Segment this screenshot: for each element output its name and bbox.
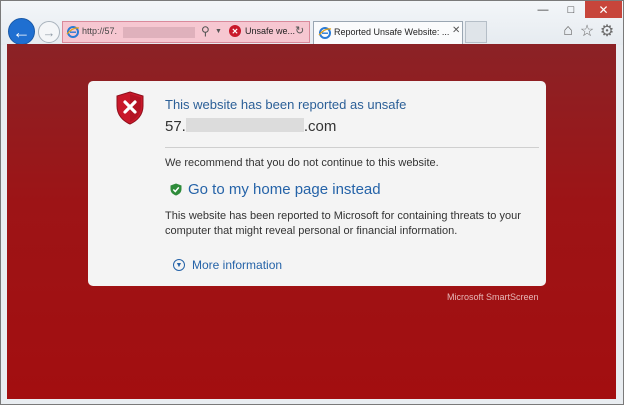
home-icon[interactable]: ⌂ — [559, 22, 577, 40]
ie-logo-icon — [318, 27, 332, 39]
star-icon[interactable]: ☆ — [578, 22, 596, 40]
more-information-label[interactable]: More information — [192, 258, 282, 272]
divider — [165, 147, 539, 148]
gear-icon[interactable]: ⚙ — [598, 22, 616, 40]
back-button[interactable]: ← — [8, 18, 35, 45]
address-url[interactable]: http://57. — [82, 26, 117, 36]
tab-active[interactable]: Reported Unsafe Website: ... ✕ — [313, 21, 463, 44]
address-bar[interactable]: http://57. ⚲ ▼ ✕ Unsafe we... ↻ — [62, 21, 310, 43]
go-home-label[interactable]: Go to my home page instead — [188, 181, 381, 198]
forward-button[interactable]: → — [38, 21, 60, 43]
unsafe-status[interactable]: Unsafe we... — [245, 26, 295, 36]
warning-description: This website has been reported to Micros… — [165, 210, 521, 237]
more-information-toggle[interactable]: ▼ More information — [173, 258, 282, 272]
go-home-link[interactable]: Go to my home page instead — [170, 179, 381, 199]
warning-title: This website has been reported as unsafe — [165, 97, 407, 112]
recommendation-text: We recommend that you do not continue to… — [165, 157, 439, 169]
chevron-down-circle-icon[interactable]: ▼ — [173, 259, 185, 271]
unsafe-x-icon: ✕ — [229, 25, 241, 37]
redacted-domain-segment — [185, 118, 304, 132]
arrow-left-icon: ← — [12, 21, 31, 42]
ie-logo-icon — [66, 26, 80, 38]
reported-domain: 57. .com — [165, 118, 336, 135]
warning-card: This website has been reported as unsafe… — [88, 81, 546, 286]
tab-title: Reported Unsafe Website: ... — [334, 27, 450, 37]
smartscreen-warning-page: This website has been reported as unsafe… — [7, 44, 616, 399]
arrow-right-icon: → — [42, 24, 56, 40]
browser-toolbar: — □ ✕ ← → http://57. ⚲ ▼ ✕ Unsafe we... … — [1, 1, 623, 45]
close-window-button[interactable]: ✕ — [585, 1, 622, 18]
redacted-url-segment — [123, 27, 195, 38]
maximize-button[interactable]: □ — [557, 1, 585, 18]
new-tab-button[interactable] — [465, 21, 487, 43]
browser-window: — □ ✕ ← → http://57. ⚲ ▼ ✕ Unsafe we... … — [0, 0, 624, 405]
shield-check-icon — [170, 183, 182, 195]
close-tab-icon[interactable]: ✕ — [452, 25, 460, 36]
smartscreen-brand: Microsoft SmartScreen — [447, 292, 539, 302]
minimize-button[interactable]: — — [529, 1, 557, 18]
shield-x-icon — [116, 91, 144, 125]
chevron-down-icon[interactable]: ▼ — [215, 28, 222, 35]
refresh-icon[interactable]: ↻ — [295, 24, 304, 37]
domain-suffix: .com — [303, 118, 337, 135]
domain-prefix: 57. — [165, 118, 186, 135]
search-icon[interactable]: ⚲ — [201, 24, 210, 38]
